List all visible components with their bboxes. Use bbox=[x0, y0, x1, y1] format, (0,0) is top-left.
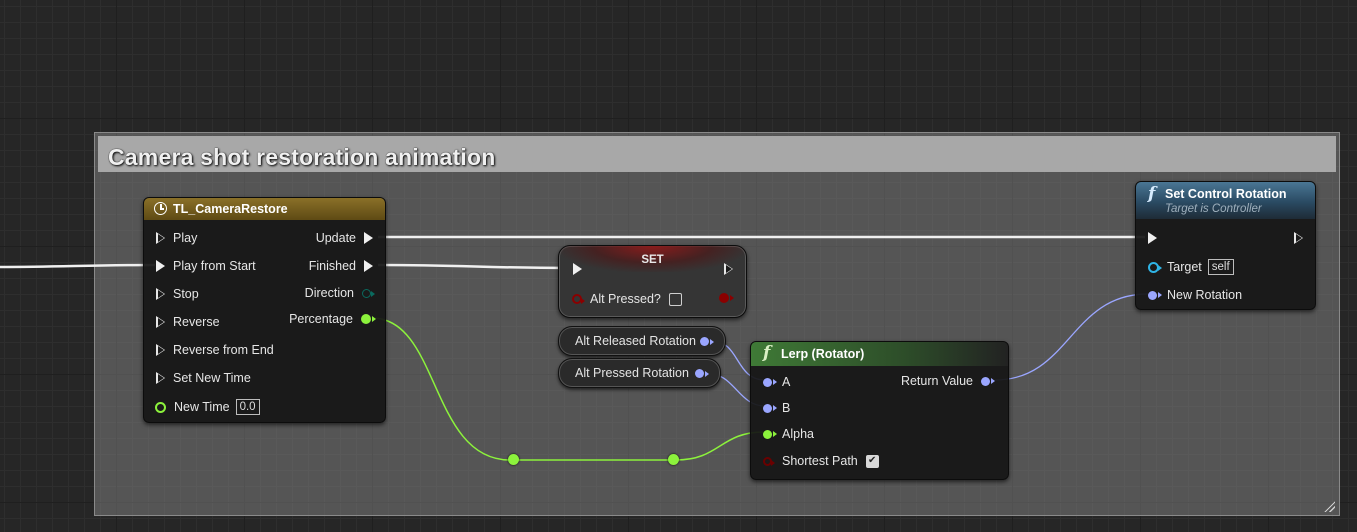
rotator-pin-icon[interactable] bbox=[763, 377, 777, 387]
pin-label: Reverse from End bbox=[173, 343, 274, 357]
rotator-pin-icon[interactable] bbox=[1148, 290, 1162, 300]
lerp-node[interactable]: f Lerp (Rotator) A B Alpha Shortest Path… bbox=[750, 341, 1009, 480]
var-label: Alt Released Rotation bbox=[575, 334, 696, 348]
timeline-output-direction[interactable]: Direction bbox=[304, 286, 375, 300]
pin-label: Alpha bbox=[782, 427, 814, 441]
exec-pin-icon[interactable] bbox=[364, 232, 373, 244]
exec-output-pin-icon[interactable] bbox=[1294, 232, 1303, 244]
comment-header[interactable]: Camera shot restoration animation bbox=[98, 136, 1336, 172]
pin-label: New Rotation bbox=[1167, 288, 1243, 302]
pin-label: Stop bbox=[173, 287, 199, 301]
timeline-output-finished[interactable]: Finished bbox=[309, 259, 373, 273]
timeline-input-set-new-time[interactable]: Set New Time bbox=[156, 371, 251, 385]
bool-pin-icon[interactable] bbox=[572, 294, 585, 304]
pin-label: Shortest Path bbox=[782, 454, 858, 468]
alt-pressed-checkbox[interactable] bbox=[668, 292, 682, 306]
bool-output-pin-icon[interactable] bbox=[719, 293, 734, 303]
lerp-output-return-value[interactable]: Return Value bbox=[900, 374, 995, 388]
lerp-node-header[interactable]: f Lerp (Rotator) bbox=[751, 342, 1008, 366]
set-control-rotation-header[interactable]: f Set Control Rotation Target is Control… bbox=[1136, 182, 1315, 219]
rotator-pin-icon[interactable] bbox=[981, 376, 995, 386]
exec-input-pin-icon[interactable] bbox=[573, 263, 582, 275]
exec-pin-icon[interactable] bbox=[364, 260, 373, 272]
comment-title: Camera shot restoration animation bbox=[108, 144, 496, 170]
lerp-input-alpha[interactable]: Alpha bbox=[763, 427, 814, 441]
rotator-pin-icon[interactable] bbox=[763, 403, 777, 413]
clock-icon bbox=[154, 202, 167, 215]
set-control-rotation-new-rotation[interactable]: New Rotation bbox=[1148, 288, 1242, 302]
float-pin-icon[interactable] bbox=[361, 314, 376, 324]
pin-label: Return Value bbox=[900, 374, 973, 388]
timeline-input-new-time[interactable]: New Time 0.0 bbox=[155, 399, 260, 415]
timeline-input-reverse[interactable]: Reverse bbox=[156, 315, 220, 329]
pin-label: Percentage bbox=[289, 312, 353, 326]
target-self-value[interactable]: self bbox=[1207, 259, 1234, 275]
pin-label: Alt Pressed? bbox=[590, 292, 661, 306]
set-node[interactable]: SET Alt Pressed? bbox=[558, 245, 747, 318]
float-pin-icon[interactable] bbox=[155, 401, 166, 413]
timeline-node-header[interactable]: TL_CameraRestore bbox=[144, 198, 385, 220]
set-input-alt-pressed[interactable]: Alt Pressed? bbox=[572, 292, 682, 306]
pin-label: Set New Time bbox=[173, 371, 251, 385]
timeline-output-update[interactable]: Update bbox=[316, 231, 373, 245]
set-node-title: SET bbox=[641, 254, 664, 266]
reroute-knot[interactable] bbox=[668, 454, 679, 465]
timeline-input-play[interactable]: Play bbox=[156, 231, 197, 245]
rotator-pin-icon[interactable] bbox=[700, 337, 714, 346]
timeline-node-title: TL_CameraRestore bbox=[173, 202, 288, 216]
timeline-input-play-from-start[interactable]: Play from Start bbox=[156, 259, 256, 273]
exec-pin-icon[interactable] bbox=[156, 372, 165, 384]
timeline-input-stop[interactable]: Stop bbox=[156, 287, 199, 301]
timeline-node[interactable]: TL_CameraRestore Play Play from Start St… bbox=[143, 197, 386, 423]
resize-grip-icon[interactable] bbox=[1323, 500, 1335, 512]
exec-pin-icon[interactable] bbox=[156, 260, 165, 272]
exec-pin-icon[interactable] bbox=[156, 316, 165, 328]
timeline-output-percentage[interactable]: Percentage bbox=[289, 312, 376, 326]
lerp-input-a[interactable]: A bbox=[763, 375, 790, 389]
reroute-knot[interactable] bbox=[508, 454, 519, 465]
lerp-input-shortest-path[interactable]: Shortest Path ✔ bbox=[763, 454, 879, 468]
pin-label: New Time bbox=[174, 400, 230, 414]
lerp-input-b[interactable]: B bbox=[763, 401, 790, 415]
var-label: Alt Pressed Rotation bbox=[575, 366, 689, 380]
rotator-pin-icon[interactable] bbox=[695, 369, 709, 378]
set-control-rotation-title: Set Control Rotation bbox=[1165, 187, 1287, 201]
var-alt-pressed-rotation[interactable]: Alt Pressed Rotation bbox=[558, 358, 721, 388]
var-alt-released-rotation[interactable]: Alt Released Rotation bbox=[558, 326, 726, 356]
function-icon: f bbox=[763, 343, 771, 363]
set-control-rotation-target[interactable]: Target self bbox=[1148, 259, 1234, 275]
shortest-path-checkbox[interactable]: ✔ bbox=[865, 454, 879, 468]
bool-pin-icon[interactable] bbox=[763, 456, 775, 466]
exec-pin-icon[interactable] bbox=[156, 344, 165, 356]
pin-label: Finished bbox=[308, 259, 356, 273]
exec-output-pin-icon[interactable] bbox=[724, 263, 733, 275]
set-control-rotation-subtitle: Target is Controller bbox=[1165, 203, 1262, 215]
pin-label: Target bbox=[1167, 260, 1202, 274]
float-pin-icon[interactable] bbox=[763, 429, 777, 439]
pin-label: Direction bbox=[304, 286, 354, 300]
pin-label: Play from Start bbox=[173, 259, 256, 273]
pin-label: A bbox=[782, 375, 791, 389]
set-control-rotation-node[interactable]: f Set Control Rotation Target is Control… bbox=[1135, 181, 1316, 310]
exec-pin-icon[interactable] bbox=[156, 232, 165, 244]
new-time-input[interactable]: 0.0 bbox=[235, 399, 260, 415]
enum-pin-icon[interactable] bbox=[362, 288, 375, 298]
exec-input-pin-icon[interactable] bbox=[1148, 232, 1157, 244]
timeline-input-reverse-from-end[interactable]: Reverse from End bbox=[156, 343, 274, 357]
set-node-header[interactable]: SET bbox=[559, 246, 746, 272]
pin-label: Update bbox=[315, 231, 356, 245]
lerp-node-title: Lerp (Rotator) bbox=[781, 347, 865, 361]
object-pin-icon[interactable] bbox=[1148, 261, 1162, 273]
function-icon: f bbox=[1148, 184, 1156, 204]
pin-label: Reverse bbox=[173, 315, 220, 329]
exec-pin-icon[interactable] bbox=[156, 288, 165, 300]
pin-label: Play bbox=[173, 231, 198, 245]
pin-label: B bbox=[782, 401, 791, 415]
